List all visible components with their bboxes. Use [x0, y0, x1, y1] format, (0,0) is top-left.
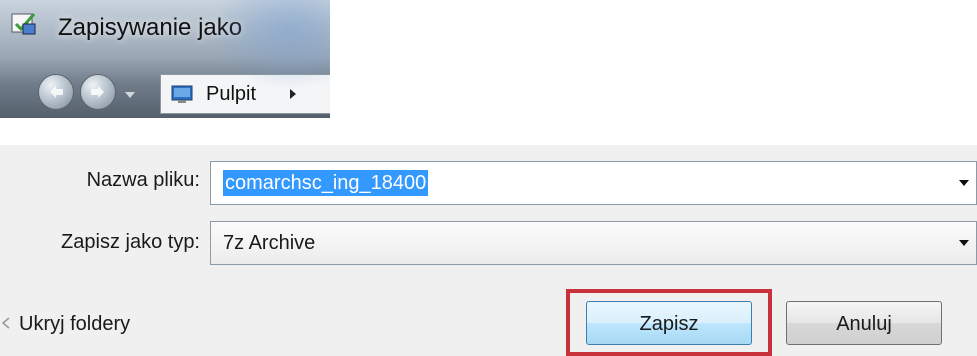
forward-button[interactable]	[80, 74, 116, 110]
hide-folders-toggle[interactable]: Ukryj foldery	[0, 309, 180, 339]
hide-folders-label[interactable]: Ukryj foldery	[19, 313, 130, 336]
breadcrumb[interactable]: Pulpit	[160, 74, 330, 114]
dialog-title: Zapisywanie jako	[58, 14, 243, 41]
chevron-down-icon[interactable]	[958, 179, 970, 187]
chevron-down-icon[interactable]	[958, 239, 970, 247]
breadcrumb-item-desktop[interactable]: Pulpit	[206, 83, 256, 106]
filetype-label: Zapisz jako typ:	[61, 231, 200, 253]
save-form: Nazwa pliku: comarchsc_ing_18400 Zapisz …	[0, 145, 977, 356]
desktop-folder-icon	[171, 85, 193, 103]
back-button[interactable]	[38, 74, 74, 110]
filetype-value: 7z Archive	[223, 232, 316, 254]
title-bar: Zapisywanie jako Pulpit	[0, 0, 330, 118]
filename-value[interactable]: comarchsc_ing_18400	[223, 170, 429, 196]
back-arrow-icon	[50, 86, 63, 98]
filename-label: Nazwa pliku:	[86, 169, 200, 191]
forward-arrow-icon	[91, 86, 104, 98]
filetype-select[interactable]: 7z Archive	[210, 221, 977, 265]
save-button[interactable]: Zapisz	[586, 301, 752, 345]
chevron-right-icon[interactable]	[288, 88, 298, 100]
recent-pages-dropdown-icon[interactable]	[124, 90, 136, 100]
filename-field[interactable]: comarchsc_ing_18400	[210, 161, 977, 205]
cancel-button[interactable]: Anuluj	[786, 301, 942, 345]
collapse-arrow-icon	[2, 317, 10, 329]
save-dialog-icon	[11, 13, 36, 35]
